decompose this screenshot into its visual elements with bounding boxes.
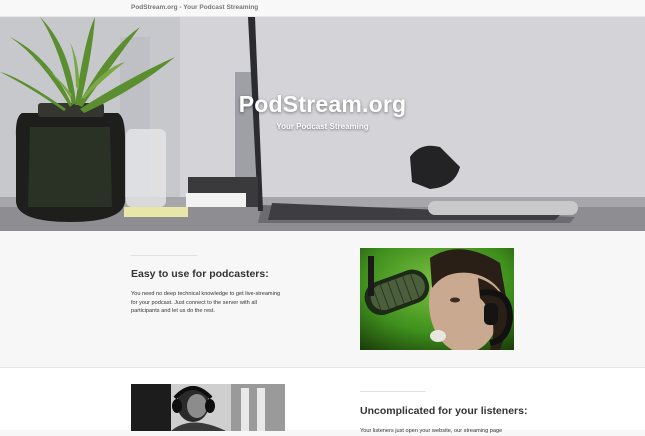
hero-subtitle: Your Podcast Streaming [276, 122, 369, 131]
listener-photo [131, 384, 285, 431]
hero-banner: PodStream.org Your Podcast Streaming [0, 17, 645, 231]
feature-text: You need no deep technical knowledge to … [131, 291, 281, 315]
navbar: PodStream.org - Your Podcast Streaming [0, 0, 645, 17]
feature-heading: Uncomplicated for your listeners: [360, 405, 528, 417]
hero-title: PodStream.org [238, 91, 407, 117]
brand-link[interactable]: PodStream.org - Your Podcast Streaming [131, 4, 258, 11]
podcaster-photo [360, 248, 514, 350]
feature-section-podcasters: Easy to use for podcasters: You need no … [0, 231, 645, 367]
feature-section-listeners: Uncomplicated for your listeners: Your l… [0, 367, 645, 434]
hero-text: PodStream.org Your Podcast Streaming [0, 91, 645, 131]
feature-heading: Easy to use for podcasters: [131, 268, 269, 280]
feature-text: Your listeners just open your website, o… [360, 428, 503, 434]
section-divider [360, 391, 426, 392]
section-divider [131, 255, 197, 256]
